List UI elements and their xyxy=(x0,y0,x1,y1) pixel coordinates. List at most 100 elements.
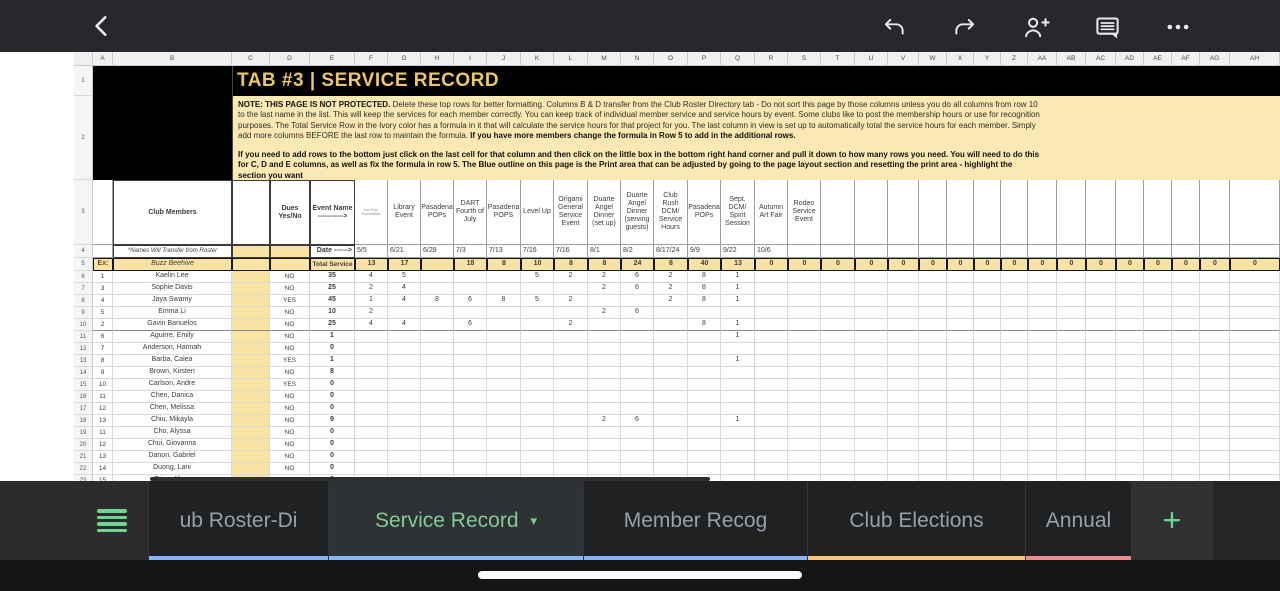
cell-D7[interactable]: NO xyxy=(270,283,310,295)
cell-N14[interactable] xyxy=(621,367,654,379)
cell-L16[interactable] xyxy=(554,391,588,403)
cell-Y10[interactable] xyxy=(974,319,1001,331)
cell-W4[interactable] xyxy=(919,245,947,258)
cell-F18[interactable] xyxy=(355,415,388,427)
cell-Y22[interactable] xyxy=(974,463,1001,475)
cell-M3[interactable]: Duarte Angel Dinner (set up) xyxy=(588,180,621,245)
cell-E17[interactable]: 0 xyxy=(310,403,355,415)
cell-K13[interactable] xyxy=(521,355,554,367)
cell-AF9[interactable] xyxy=(1172,307,1200,319)
cell-A13[interactable]: 8 xyxy=(93,355,113,367)
cell-X16[interactable] xyxy=(947,391,974,403)
cell-N5[interactable]: 24 xyxy=(621,258,654,271)
cell-X18[interactable] xyxy=(947,415,974,427)
cell-AF20[interactable] xyxy=(1172,439,1200,451)
cell-AG20[interactable] xyxy=(1200,439,1230,451)
cell-S8[interactable] xyxy=(788,295,821,307)
cell-AF7[interactable] xyxy=(1172,283,1200,295)
cell-U8[interactable] xyxy=(855,295,888,307)
cell-P4[interactable]: 9/9 xyxy=(688,245,721,258)
cell-C18[interactable] xyxy=(232,415,270,427)
cell-R10[interactable] xyxy=(755,319,788,331)
row-header-20[interactable]: 20 xyxy=(74,439,93,451)
cell-AE4[interactable] xyxy=(1144,245,1172,258)
cell-L8[interactable]: 2 xyxy=(554,295,588,307)
row-header-9[interactable]: 9 xyxy=(74,307,93,319)
row-header-6[interactable]: 6 xyxy=(74,271,93,283)
column-header-AG[interactable]: AG xyxy=(1200,52,1230,66)
cell-AH20[interactable] xyxy=(1230,439,1280,451)
cell-A10[interactable]: 2 xyxy=(93,319,113,331)
cell-F3[interactable]: Ice Pop Fundraiser xyxy=(355,180,388,245)
cell-AD18[interactable] xyxy=(1116,415,1144,427)
cell-T16[interactable] xyxy=(821,391,855,403)
column-header-K[interactable]: K xyxy=(521,52,554,66)
cell-D15[interactable]: YES xyxy=(270,379,310,391)
column-header-Y[interactable]: Y xyxy=(974,52,1001,66)
cell-L5[interactable]: 8 xyxy=(554,258,588,271)
cell-M15[interactable] xyxy=(588,379,621,391)
cell-AH21[interactable] xyxy=(1230,451,1280,463)
cell-F8[interactable]: 1 xyxy=(355,295,388,307)
cell-S11[interactable] xyxy=(788,331,821,343)
cell-J21[interactable] xyxy=(487,451,521,463)
cell-H6[interactable] xyxy=(421,271,454,283)
cell-S7[interactable] xyxy=(788,283,821,295)
cell-B9[interactable]: Emma Li xyxy=(113,307,232,319)
cell-W17[interactable] xyxy=(919,403,947,415)
cell-O17[interactable] xyxy=(654,403,688,415)
column-header-J[interactable]: J xyxy=(487,52,521,66)
cell-W22[interactable] xyxy=(919,463,947,475)
cell-AA20[interactable] xyxy=(1028,439,1057,451)
cell-T14[interactable] xyxy=(821,367,855,379)
cell-J4[interactable]: 7/13 xyxy=(487,245,521,258)
cell-AD20[interactable] xyxy=(1116,439,1144,451)
cell-V18[interactable] xyxy=(888,415,919,427)
column-header-AE[interactable]: AE xyxy=(1144,52,1172,66)
cell-D22[interactable]: NO xyxy=(270,463,310,475)
cell-G19[interactable] xyxy=(388,427,421,439)
cell-T11[interactable] xyxy=(821,331,855,343)
cell-Q21[interactable] xyxy=(721,451,755,463)
cell-C5[interactable] xyxy=(232,258,270,271)
cell-D3[interactable]: Dues Yes/No xyxy=(270,180,310,245)
cell-J17[interactable] xyxy=(487,403,521,415)
column-header-V[interactable]: V xyxy=(888,52,919,66)
cell-D17[interactable]: NO xyxy=(270,403,310,415)
cell-L3[interactable]: Origami General Service Event xyxy=(554,180,588,245)
cell-C22[interactable] xyxy=(232,463,270,475)
cell-E5[interactable]: Total Service xyxy=(310,258,355,271)
cell-M8[interactable] xyxy=(588,295,621,307)
cell-U9[interactable] xyxy=(855,307,888,319)
cell-E18[interactable]: 9 xyxy=(310,415,355,427)
cell-Q14[interactable] xyxy=(721,367,755,379)
cell-AE7[interactable] xyxy=(1144,283,1172,295)
cell-B18[interactable]: Chiu, Mikayla xyxy=(113,415,232,427)
cell-N4[interactable]: 8/2 xyxy=(621,245,654,258)
sheet-tab-club-elections[interactable]: Club Elections xyxy=(807,481,1025,560)
cell-AD14[interactable] xyxy=(1116,367,1144,379)
cell-T10[interactable] xyxy=(821,319,855,331)
cell-AC21[interactable] xyxy=(1086,451,1116,463)
tab-dropdown-caret-icon[interactable]: ▾ xyxy=(531,513,538,529)
row-header-17[interactable]: 17 xyxy=(74,403,93,415)
cell-J18[interactable] xyxy=(487,415,521,427)
cell-AE22[interactable] xyxy=(1144,463,1172,475)
cell-O4[interactable]: 8/17/24 xyxy=(654,245,688,258)
cell-J6[interactable] xyxy=(487,271,521,283)
column-header-F[interactable]: F xyxy=(355,52,388,66)
cell-Q13[interactable]: 1 xyxy=(721,355,755,367)
cell-AE16[interactable] xyxy=(1144,391,1172,403)
cell-E14[interactable]: 8 xyxy=(310,367,355,379)
cell-AC8[interactable] xyxy=(1086,295,1116,307)
cell-AA7[interactable] xyxy=(1028,283,1057,295)
cell-C16[interactable] xyxy=(232,391,270,403)
cell-N7[interactable]: 6 xyxy=(621,283,654,295)
cell-AH14[interactable] xyxy=(1230,367,1280,379)
cell-C4[interactable] xyxy=(232,245,270,258)
cell-Q16[interactable] xyxy=(721,391,755,403)
cell-X11[interactable] xyxy=(947,331,974,343)
cell-A5[interactable]: Ex: xyxy=(93,258,113,271)
cell-C14[interactable] xyxy=(232,367,270,379)
cell-J22[interactable] xyxy=(487,463,521,475)
